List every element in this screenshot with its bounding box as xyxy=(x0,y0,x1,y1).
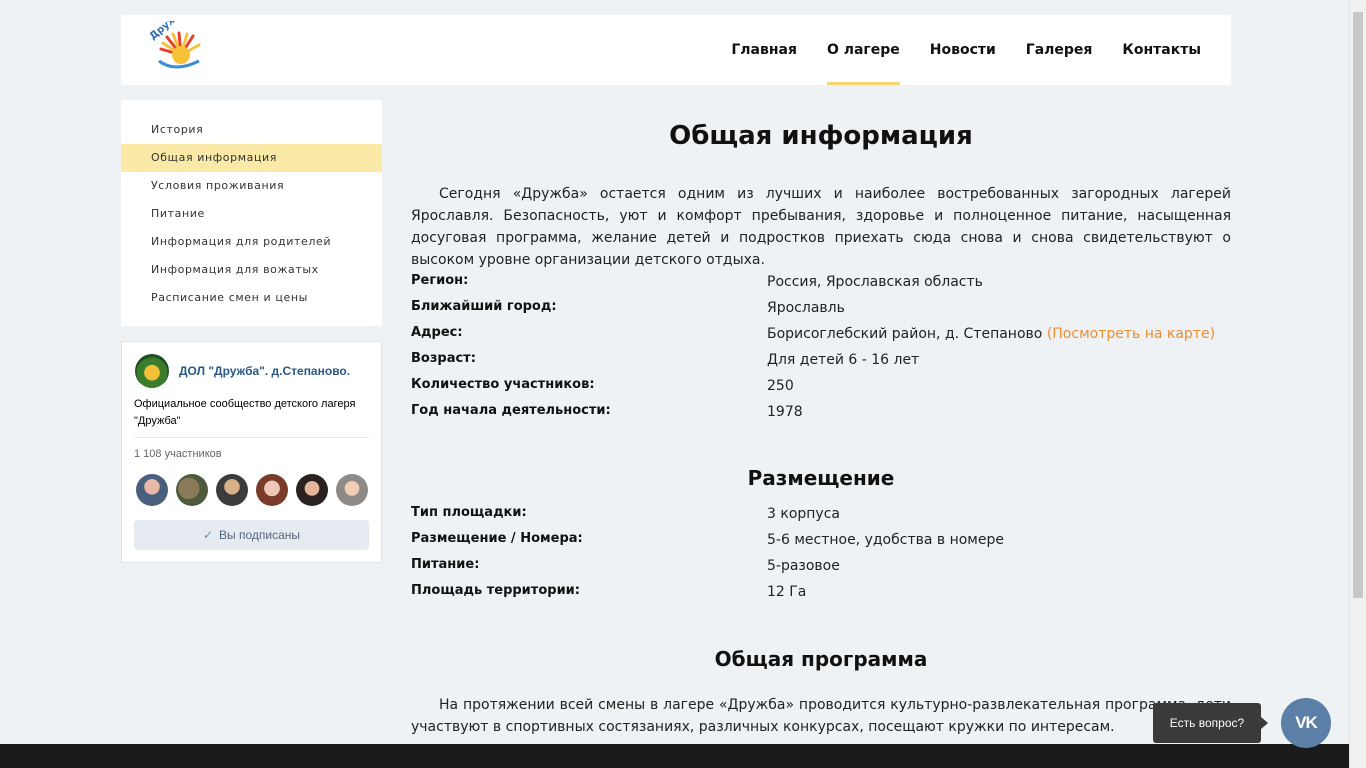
vk-community-widget: ДОЛ "Дружба". д.Степаново. Официальное с… xyxy=(121,341,382,563)
info-value: 12 Га xyxy=(767,584,807,600)
info-label: Тип площадки: xyxy=(411,505,527,520)
info-row-participants: Количество участников: 250 xyxy=(411,375,1231,401)
vk-chat-button[interactable]: VK xyxy=(1281,698,1331,748)
avatar[interactable] xyxy=(336,474,368,506)
info-value: Россия, Ярославская область xyxy=(767,274,983,290)
info-row-region: Регион: Россия, Ярославская область xyxy=(411,271,1231,297)
footer xyxy=(0,744,1349,768)
info-label: Адрес: xyxy=(411,325,463,340)
divider xyxy=(134,437,369,438)
info-value: Для детей 6 - 16 лет xyxy=(767,352,920,368)
sidebar-item-schedule-prices[interactable]: Расписание смен и цены xyxy=(121,284,382,312)
info-row-address: Адрес: Борисоглебский район, д. Степанов… xyxy=(411,323,1231,349)
info-value: 5-6 местное, удобства в номере xyxy=(767,532,1004,548)
info-row-site-type: Тип площадки: 3 корпуса xyxy=(411,503,1231,529)
subscribed-button[interactable]: ✓ Вы подписаны xyxy=(134,520,369,550)
info-value: 1978 xyxy=(767,404,803,420)
info-row-age: Возраст: Для детей 6 - 16 лет xyxy=(411,349,1231,375)
info-row-area: Площадь территории: 12 Га xyxy=(411,581,1231,607)
info-label: Регион: xyxy=(411,273,469,288)
nav-contacts[interactable]: Контакты xyxy=(1122,15,1201,85)
avatar[interactable] xyxy=(176,474,208,506)
main-nav: Главная О лагере Новости Галерея Контакт… xyxy=(701,15,1201,85)
sidebar-item-food[interactable]: Питание xyxy=(121,200,382,228)
info-label: Год начала деятельности: xyxy=(411,403,611,418)
avatar[interactable] xyxy=(256,474,288,506)
members-count[interactable]: 1 108 участников xyxy=(134,448,222,460)
sidebar-item-parents-info[interactable]: Информация для родителей xyxy=(121,228,382,256)
nav-home[interactable]: Главная xyxy=(731,15,797,85)
check-icon: ✓ xyxy=(202,528,214,542)
placement-heading: Размещение xyxy=(747,466,895,490)
info-label: Размещение / Номера: xyxy=(411,531,583,546)
avatar[interactable] xyxy=(216,474,248,506)
info-value: Ярославль xyxy=(767,300,845,316)
nav-news[interactable]: Новости xyxy=(930,15,996,85)
info-row-city: Ближайший город: Ярославль xyxy=(411,297,1231,323)
group-name-link[interactable]: ДОЛ "Дружба". д.Степаново. xyxy=(179,364,350,378)
program-heading: Общая программа xyxy=(714,647,928,671)
info-row-rooms: Размещение / Номера: 5-6 местное, удобст… xyxy=(411,529,1231,555)
placement-info-list: Тип площадки: 3 корпуса Размещение / Ном… xyxy=(411,503,1231,607)
info-label: Ближайший город: xyxy=(411,299,557,314)
general-info-list: Регион: Россия, Ярославская область Ближ… xyxy=(411,271,1231,427)
avatar[interactable] xyxy=(136,474,168,506)
info-label: Площадь территории: xyxy=(411,583,580,598)
scrollbar-thumb[interactable] xyxy=(1353,12,1363,598)
address-text: Борисоглебский район, д. Степаново xyxy=(767,326,1043,342)
member-avatars xyxy=(136,474,376,506)
nav-about[interactable]: О лагере xyxy=(826,15,900,85)
page-scrollbar[interactable] xyxy=(1349,0,1366,768)
info-value-address: Борисоглебский район, д. Степаново (Посм… xyxy=(767,323,1215,345)
avatar[interactable] xyxy=(296,474,328,506)
page-title: Общая информация xyxy=(669,121,973,151)
info-label: Питание: xyxy=(411,557,480,572)
info-label: Возраст: xyxy=(411,351,476,366)
sidebar-item-living-conditions[interactable]: Условия проживания xyxy=(121,172,382,200)
group-description: Официальное сообщество детского лагеря "… xyxy=(134,398,356,427)
intro-paragraph: Сегодня «Дружба» остается одним из лучши… xyxy=(411,186,1231,268)
info-label: Количество участников: xyxy=(411,377,595,392)
sidebar-item-history[interactable]: История xyxy=(121,116,382,144)
info-row-start-year: Год начала деятельности: 1978 xyxy=(411,401,1231,427)
main-content: Общая информация Сегодня «Дружба» остает… xyxy=(411,115,1231,738)
sidebar-item-counselors-info[interactable]: Информация для вожатых xyxy=(121,256,382,284)
info-value: 3 корпуса xyxy=(767,506,840,522)
ask-question-tooltip[interactable]: Есть вопрос? xyxy=(1153,703,1268,743)
sidebar-menu: История Общая информация Условия прожива… xyxy=(121,100,382,326)
sidebar-item-general-info[interactable]: Общая информация xyxy=(121,144,382,172)
nav-gallery[interactable]: Галерея xyxy=(1026,15,1093,85)
logo[interactable]: Дружба xyxy=(147,4,209,79)
group-avatar[interactable] xyxy=(135,354,169,388)
info-row-food: Питание: 5-разовое xyxy=(411,555,1231,581)
vk-icon: VK xyxy=(1295,713,1318,732)
program-paragraph: На протяжении всей смены в лагере «Дружб… xyxy=(411,697,1231,735)
info-value: 250 xyxy=(767,378,794,394)
site-header: Дружба Главная О лагере Новости Галерея … xyxy=(121,4,1231,85)
sun-logo-icon: Дружба xyxy=(147,4,201,69)
view-on-map-link[interactable]: (Посмотреть на карте) xyxy=(1047,326,1215,342)
subscribed-label: Вы подписаны xyxy=(219,528,301,542)
info-value: 5-разовое xyxy=(767,558,840,574)
